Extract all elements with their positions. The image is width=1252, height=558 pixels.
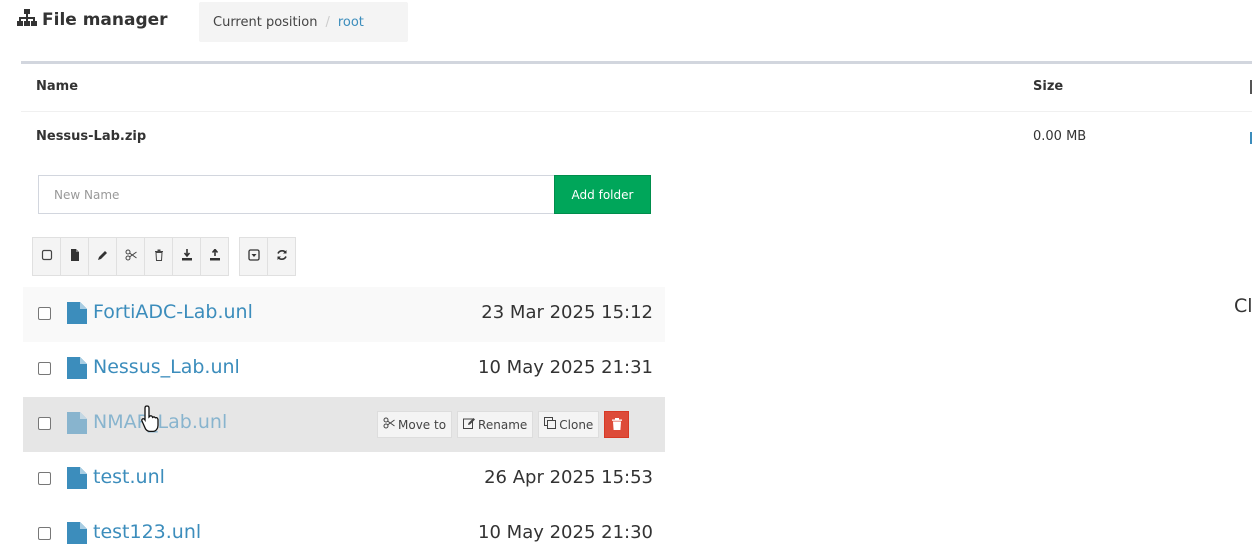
new-folder-name-input[interactable] <box>38 175 554 214</box>
pencil-icon <box>97 249 109 264</box>
file-date: 26 Apr 2025 15:53 <box>484 467 653 488</box>
file-row[interactable]: test123.unl 10 May 2025 21:30 <box>23 507 665 558</box>
clone-label: Clone <box>559 417 594 432</box>
file-icon <box>67 302 87 324</box>
move-to-button[interactable]: Move to <box>377 411 453 438</box>
hand-cursor-icon <box>141 404 165 434</box>
file-checkbox[interactable] <box>38 527 51 540</box>
refresh-icon <box>276 249 288 264</box>
checkbox-icon <box>41 249 53 264</box>
file-toolbar <box>32 237 296 276</box>
delete-file-button[interactable] <box>604 411 630 438</box>
clone-button[interactable]: Clone <box>538 411 600 438</box>
new-folder-form: Add folder <box>38 175 651 214</box>
file-checkbox[interactable] <box>38 362 51 375</box>
trash-icon <box>153 249 165 264</box>
file-icon <box>67 357 87 379</box>
column-header-size[interactable]: Size <box>1033 79 1063 94</box>
edit-button[interactable] <box>88 237 117 276</box>
rename-button[interactable]: Rename <box>457 411 534 438</box>
add-folder-button[interactable]: Add folder <box>554 175 651 214</box>
edit-icon <box>463 417 476 432</box>
dropdown-button[interactable] <box>239 237 268 276</box>
row-actions: Move to Rename Clone <box>377 411 630 438</box>
table-cell-name: Nessus-Lab.zip <box>36 129 147 144</box>
file-date: 10 May 2025 21:31 <box>478 357 653 378</box>
header: File manager Current position / root <box>0 0 1252 44</box>
refresh-button[interactable] <box>267 237 296 276</box>
file-row[interactable]: test.unl 26 Apr 2025 15:53 <box>23 452 665 507</box>
file-icon <box>67 522 87 544</box>
sitemap-icon <box>17 8 37 32</box>
select-all-button[interactable] <box>32 237 61 276</box>
file-date: 23 Mar 2025 15:12 <box>481 302 653 323</box>
file-info-table: Name Size Nessus-Lab.zip 0.00 MB <box>21 61 1252 159</box>
file-date: 10 May 2025 21:30 <box>478 522 653 543</box>
file-list: FortiADC-Lab.unl 23 Mar 2025 15:12 Nessu… <box>23 287 665 558</box>
breadcrumb-label: Current position <box>213 14 318 30</box>
move-to-label: Move to <box>398 417 447 432</box>
file-name-link[interactable]: test.unl <box>93 466 165 488</box>
page-title-text: File manager <box>42 10 168 30</box>
file-checkbox[interactable] <box>38 472 51 485</box>
file-name-link[interactable]: FortiADC-Lab.unl <box>93 301 253 323</box>
new-file-button[interactable] <box>60 237 89 276</box>
upload-icon <box>209 248 221 264</box>
file-row[interactable]: NMAP_Lab.unl Move to Rename Clone <box>23 397 665 452</box>
breadcrumb-separator: / <box>325 14 330 30</box>
file-manager-page: File manager Current position / root Nam… <box>0 0 1252 558</box>
upload-button[interactable] <box>200 237 229 276</box>
truncated-side-text: Cl <box>1234 295 1252 317</box>
toolbar-group-misc <box>239 237 296 276</box>
file-name-link[interactable]: test123.unl <box>93 521 201 543</box>
file-row[interactable]: Nessus_Lab.unl 10 May 2025 21:31 <box>23 342 665 397</box>
file-name-link[interactable]: Nessus_Lab.unl <box>93 356 240 378</box>
table-header-row: Name Size <box>21 64 1252 112</box>
file-checkbox[interactable] <box>38 417 51 430</box>
clone-icon <box>544 417 557 432</box>
trash-icon <box>611 415 622 434</box>
scissors-icon <box>125 249 137 264</box>
table-cell-size: 0.00 MB <box>1033 129 1087 144</box>
delete-button[interactable] <box>144 237 173 276</box>
file-icon <box>67 412 87 434</box>
rename-label: Rename <box>478 417 528 432</box>
scissors-icon <box>383 417 395 432</box>
toolbar-group-edit <box>32 237 229 276</box>
file-icon <box>67 467 87 489</box>
download-button[interactable] <box>172 237 201 276</box>
dropdown-icon <box>247 249 260 264</box>
file-icon <box>69 249 81 264</box>
page-title: File manager <box>17 7 168 33</box>
cut-button[interactable] <box>116 237 145 276</box>
breadcrumb: Current position / root <box>199 2 408 42</box>
column-header-name[interactable]: Name <box>36 79 78 94</box>
breadcrumb-root-link[interactable]: root <box>338 15 364 30</box>
file-checkbox[interactable] <box>38 307 51 320</box>
table-row: Nessus-Lab.zip 0.00 MB <box>21 113 1252 161</box>
download-icon <box>181 249 193 264</box>
file-row[interactable]: FortiADC-Lab.unl 23 Mar 2025 15:12 <box>23 287 665 342</box>
